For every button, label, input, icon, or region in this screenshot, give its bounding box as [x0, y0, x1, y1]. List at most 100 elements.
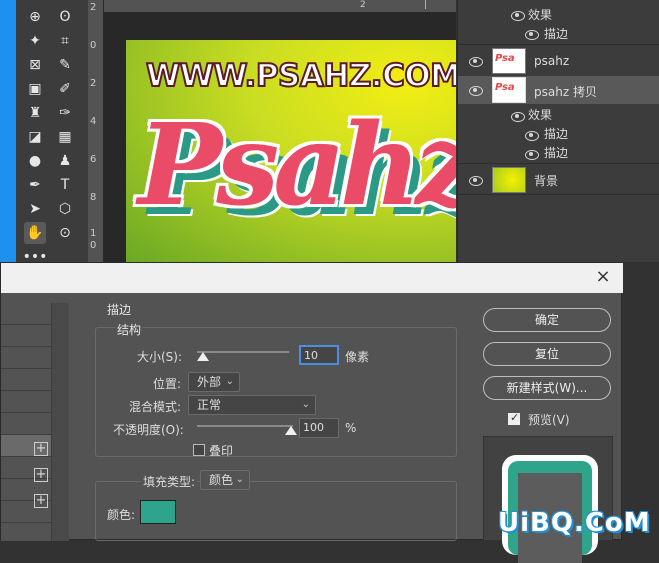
history-brush-icon[interactable]: ✑ [54, 102, 76, 124]
frame-icon[interactable]: ⊠ [24, 54, 46, 76]
blend-mode-label: 混合模式: [129, 400, 182, 414]
size-slider[interactable] [197, 351, 289, 353]
preview-label: 预览(V) [528, 413, 570, 427]
image-canvas[interactable]: WWW.PSAHZ.COM Psahz [126, 40, 456, 262]
ok-button[interactable]: 确定 [483, 308, 611, 332]
ruler-tick: 2 [90, 78, 97, 89]
ruler-tick: 6 [90, 154, 97, 165]
list-item[interactable] [1, 413, 51, 435]
effect-stroke: 描边 [544, 127, 569, 141]
layer-row-psahz[interactable]: Psa psahz [458, 44, 659, 76]
effects-label: 效果 [528, 8, 553, 22]
ruler-tick: 8 [90, 192, 97, 203]
layers-panel: 效果 描边 Psa psahz Psa psahz 拷贝 效果 描边 描边 背景 [457, 0, 659, 262]
preview-stroke-outer [502, 455, 598, 563]
overprint-checkbox[interactable] [193, 444, 205, 456]
ruler-tick: 2 [360, 0, 366, 10]
opacity-slider-thumb[interactable] [285, 426, 297, 435]
eraser-icon[interactable]: ◪ [24, 126, 46, 148]
layer-row-psahz-copy[interactable]: Psa psahz 拷贝 [458, 76, 659, 104]
eye-icon[interactable] [524, 130, 539, 141]
vertical-ruler: 2 0 2 4 6 8 1 0 [88, 0, 104, 262]
magic-wand-icon[interactable]: ✦ [24, 30, 46, 52]
layer-name: 背景 [534, 174, 559, 188]
crop-icon[interactable]: ⌗ [54, 30, 76, 52]
fill-type-select[interactable]: 颜色 ⌄ [200, 470, 250, 490]
size-unit: 像素 [345, 350, 370, 364]
style-list-scrollbar[interactable]: + + + [34, 303, 69, 541]
position-label: 位置: [153, 377, 182, 391]
eye-icon[interactable] [510, 111, 525, 122]
site-watermark: UiBQ.CoM [498, 508, 651, 538]
close-button[interactable]: × [593, 267, 613, 287]
layer-name: psahz [534, 54, 570, 68]
list-item[interactable] [1, 303, 51, 325]
list-item[interactable] [1, 325, 51, 347]
lasso-icon[interactable]: ʘ [54, 6, 76, 28]
size-input[interactable]: 10 [299, 345, 339, 365]
effect-stroke: 描边 [544, 146, 569, 160]
eye-icon[interactable] [468, 85, 483, 96]
color-swatch[interactable] [140, 500, 176, 524]
chevron-down-icon: ⌄ [301, 399, 310, 410]
eye-icon[interactable] [468, 175, 483, 186]
blur-icon[interactable]: ● [24, 150, 46, 172]
layer-thumbnail [492, 167, 526, 193]
position-select[interactable]: 外部 ⌄ [188, 372, 240, 392]
effect-stroke: 描边 [544, 27, 569, 41]
layer-name: psahz 拷贝 [534, 85, 597, 99]
opacity-input[interactable]: 100 [299, 418, 339, 438]
patch-icon[interactable]: ▣ [24, 78, 46, 100]
ruler-tick: 1 [90, 228, 97, 239]
opacity-slider[interactable] [197, 425, 293, 427]
desktop-edge [0, 0, 16, 262]
structure-title: 结构 [115, 321, 144, 338]
ruler-tick: 0 [90, 240, 97, 251]
add-icon[interactable]: + [34, 442, 48, 456]
eye-icon[interactable] [524, 29, 539, 40]
list-item[interactable] [1, 391, 51, 413]
section-title: 描边 [107, 303, 132, 317]
preview-checkbox[interactable] [508, 411, 520, 425]
fill-type-label: 填充类型: [141, 473, 198, 490]
brush-icon[interactable]: ✐ [54, 78, 76, 100]
dodge-icon[interactable]: ♟ [54, 150, 76, 172]
blend-mode-select[interactable]: 正常 ⌄ [188, 395, 316, 415]
size-slider-thumb[interactable] [197, 352, 209, 361]
reset-button[interactable]: 复位 [483, 342, 611, 366]
color-label: 颜色: [107, 508, 136, 522]
list-item[interactable] [1, 347, 51, 369]
tools-panel: ⊕ ʘ ✦ ⌗ ⊠ ✎ ▣ ✐ ♜ ✑ ◪ ▦ ● ♟ ✒ T ➤ ⬡ ✋ ⊙ ••• [16, 0, 88, 265]
eye-icon[interactable] [524, 149, 539, 160]
ruler-tick: 2 [90, 2, 97, 13]
eye-icon[interactable] [510, 10, 525, 21]
overprint-label: 叠印 [209, 444, 234, 458]
canvas-url-text: WWW.PSAHZ.COM [145, 57, 456, 95]
eyedropper-icon[interactable]: ✎ [54, 54, 76, 76]
layer-thumbnail: Psa [492, 48, 526, 74]
type-icon[interactable]: T [54, 174, 76, 196]
pen-icon[interactable]: ✒ [24, 174, 46, 196]
list-item[interactable] [1, 369, 51, 391]
layer-row-background[interactable]: 背景 [458, 163, 659, 195]
effects-label: 效果 [528, 108, 553, 122]
gradient-icon[interactable]: ▦ [54, 126, 76, 148]
layer-style-dialog: × + + + 描边 结构 大小(S): 10 像素 位置: 外部 ⌄ 混合模式:… [0, 262, 623, 563]
add-icon[interactable]: + [34, 468, 48, 482]
ruler-tick: 4 [90, 116, 97, 127]
stamp-icon[interactable]: ♜ [24, 102, 46, 124]
path-select-icon[interactable]: ➤ [24, 198, 46, 220]
ruler-tick: | [424, 0, 428, 10]
eye-icon[interactable] [468, 56, 483, 67]
move-icon[interactable]: ⊕ [24, 6, 46, 28]
layer-thumbnail: Psa [492, 77, 526, 103]
chevron-down-icon: ⌄ [235, 474, 244, 485]
add-icon[interactable]: + [34, 494, 48, 508]
zoom-icon[interactable]: ⊙ [54, 222, 76, 244]
new-style-button[interactable]: 新建样式(W)... [483, 376, 611, 400]
canvas-art-text: Psahz [138, 100, 456, 231]
hand-icon[interactable]: ✋ [24, 222, 46, 244]
dialog-titlebar: × [1, 263, 623, 293]
opacity-unit: % [345, 421, 357, 435]
shape-icon[interactable]: ⬡ [54, 198, 76, 220]
